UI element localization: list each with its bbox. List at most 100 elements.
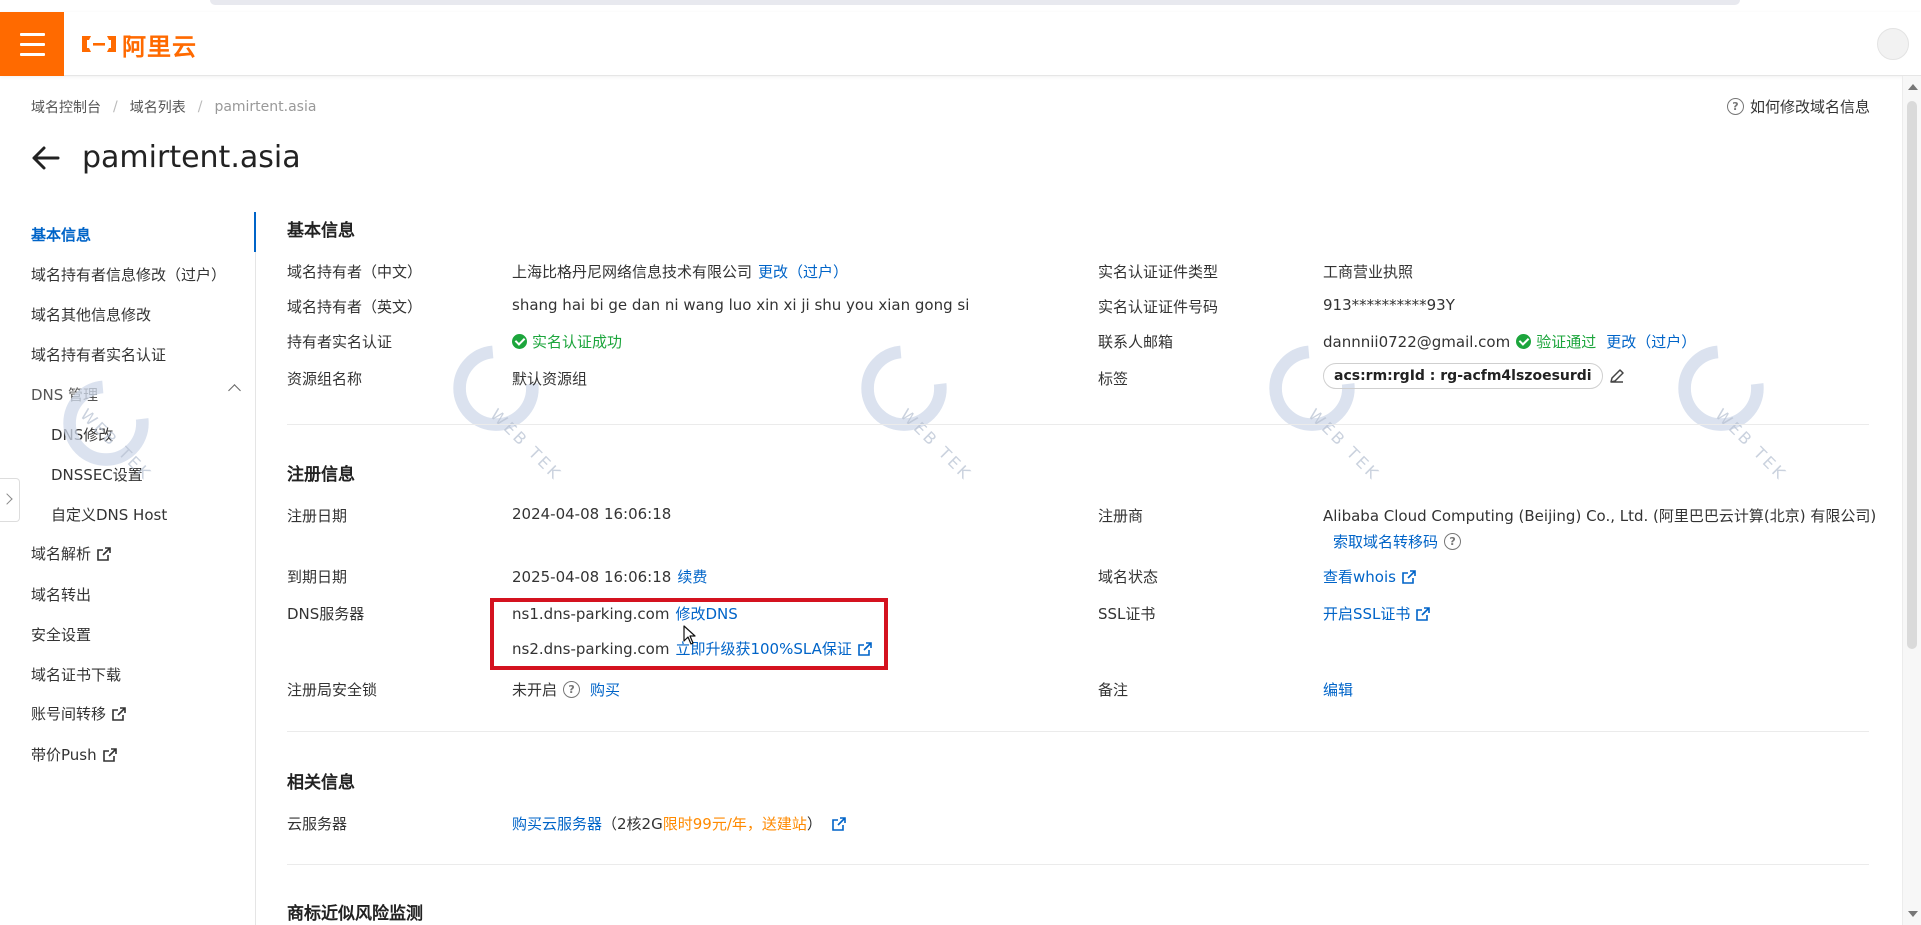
domain-status-label: 域名状态 — [1098, 568, 1159, 586]
email-value: dannnii0722@gmail.com — [1323, 332, 1511, 351]
nav-owner-change[interactable]: 域名持有者信息修改（过户） — [31, 264, 226, 285]
external-link-icon[interactable] — [1402, 569, 1416, 584]
nav-transfer-out[interactable]: 域名转出 — [31, 584, 91, 605]
owner-en-value: shang hai bi ge dan ni wang luo xin xi j… — [512, 296, 970, 314]
address-bar-edge — [210, 0, 1740, 5]
modify-dns-link[interactable]: 修改DNS — [675, 603, 737, 624]
nav-price-push[interactable]: 带价Push — [31, 744, 117, 765]
nav-label: 域名持有者实名认证 — [31, 346, 167, 364]
email-change-link[interactable]: 更改（过户） — [1606, 331, 1696, 352]
nav-label: 域名持有者信息修改（过户） — [31, 266, 227, 284]
whois-link[interactable]: 查看whois — [1323, 566, 1396, 587]
nav-label: 域名解析 — [31, 545, 92, 563]
question-icon[interactable]: ? — [1444, 533, 1462, 550]
help-edit-domain-link[interactable]: ? 如何修改域名信息 — [1726, 96, 1870, 117]
watermark-logo-icon — [1678, 345, 1764, 431]
transfer-code-link[interactable]: 索取域名转移码 — [1333, 531, 1438, 552]
sidebar-collapse-toggle[interactable] — [0, 478, 20, 522]
nav-other-info[interactable]: 域名其他信息修改 — [31, 304, 151, 325]
edit-note-link[interactable]: 编辑 — [1323, 679, 1353, 700]
external-link-icon[interactable] — [1416, 606, 1431, 621]
nav-label: 带价Push — [31, 746, 97, 764]
upgrade-sla-link[interactable]: 立即升级获100%SLA保证 — [675, 638, 851, 659]
nav-label: 域名转出 — [31, 586, 92, 604]
ns2-value: ns2.dns-parking.com — [512, 639, 670, 658]
edit-pencil-icon[interactable] — [1609, 368, 1625, 384]
mouse-cursor-icon — [683, 625, 696, 645]
scroll-down-arrow-icon[interactable] — [1908, 911, 1918, 917]
question-icon[interactable]: ? — [563, 681, 581, 698]
browser-address-strip — [0, 0, 1921, 12]
nav-dns-modify[interactable]: DNS修改 — [51, 424, 113, 445]
transfer-code-row: 索取域名转移码 ? — [1333, 531, 1462, 552]
nav-dns-resolve[interactable]: 域名解析 — [31, 543, 111, 564]
reg-date-label: 注册日期 — [287, 507, 348, 525]
console-topbar: 阿里云 — [0, 12, 1921, 76]
section-title-trademark: 商标近似风险监测 — [287, 904, 423, 924]
check-circle-icon — [1516, 334, 1532, 349]
aliyun-logo[interactable]: 阿里云 — [80, 28, 197, 61]
registrar-label: 注册商 — [1098, 507, 1144, 525]
nav-real-name-verify[interactable]: 域名持有者实名认证 — [31, 344, 166, 365]
scroll-up-arrow-icon[interactable] — [1908, 84, 1918, 90]
tag-pill[interactable]: acs:rm:rgId : rg-acfm4lszoesurdi — [1323, 363, 1603, 389]
page-scrollbar[interactable] — [1902, 76, 1921, 925]
expire-date-value: 2025-04-08 16:06:18 — [512, 567, 672, 586]
owner-cn-label: 域名持有者（中文） — [287, 263, 423, 281]
hamburger-icon[interactable] — [0, 12, 64, 76]
section-title-basic: 基本信息 — [287, 221, 355, 241]
nav-dnssec[interactable]: DNSSEC设置 — [51, 464, 143, 485]
breadcrumb-domain-list[interactable]: 域名列表 — [130, 97, 186, 117]
nav-custom-dns-host[interactable]: 自定义DNS Host — [51, 504, 167, 525]
server-detail-prefix: （2核2G — [602, 815, 663, 833]
tag-label: 标签 — [1098, 370, 1129, 388]
nav-account-transfer[interactable]: 账号间转移 — [31, 703, 126, 724]
email-status: 验证通过 — [1536, 333, 1597, 351]
scrollbar-thumb[interactable] — [1907, 101, 1917, 649]
email-row: dannnii0722@gmail.com 验证通过 更改（过户） — [1323, 331, 1696, 352]
enable-ssl-link[interactable]: 开启SSL证书 — [1323, 603, 1410, 624]
page-title: pamirtent.asia — [82, 140, 301, 175]
external-link-icon[interactable] — [858, 641, 872, 656]
buy-cloud-server-link[interactable]: 购买云服务器 — [512, 813, 602, 834]
nav-certificate-download[interactable]: 域名证书下载 — [31, 664, 121, 685]
renew-link[interactable]: 续费 — [677, 566, 707, 587]
nav-label: 域名其他信息修改 — [31, 306, 152, 324]
avatar[interactable] — [1877, 28, 1909, 60]
ssl-label: SSL证书 — [1098, 605, 1156, 623]
server-promo-text: 限时99元/年，送建站 — [662, 815, 807, 833]
cloud-server-row: 购买云服务器 （2核2G 限时99元/年，送建站 ） — [512, 813, 846, 834]
logo-text: 阿里云 — [122, 32, 197, 61]
nav-label: DNS修改 — [51, 426, 114, 444]
breadcrumb-separator: / — [113, 99, 118, 115]
nav-label: 基本信息 — [31, 226, 92, 244]
owner-cn-change-link[interactable]: 更改（过户） — [758, 261, 848, 282]
resource-group-value: 默认资源组 — [512, 370, 588, 388]
section-title-registration: 注册信息 — [287, 465, 355, 485]
external-link-icon — [112, 706, 126, 721]
registry-lock-row: 未开启 ? 购买 — [512, 679, 620, 700]
external-link-icon[interactable] — [832, 816, 846, 831]
section-title-related: 相关信息 — [287, 773, 355, 793]
whois-row: 查看whois — [1323, 566, 1416, 587]
registry-lock-status: 未开启 — [512, 681, 558, 699]
nav-dns-management[interactable]: DNS 管理 — [31, 384, 98, 405]
cert-type-value: 工商营业执照 — [1323, 263, 1414, 281]
watermark-logo-icon — [1269, 345, 1355, 431]
nav-security-settings[interactable]: 安全设置 — [31, 624, 91, 645]
page-title-row: pamirtent.asia — [30, 140, 301, 175]
external-link-icon — [97, 546, 111, 561]
ns1-row: ns1.dns-parking.com 修改DNS — [512, 603, 738, 624]
question-icon: ? — [1726, 98, 1744, 115]
back-arrow-icon[interactable] — [30, 143, 60, 173]
ns1-value: ns1.dns-parking.com — [512, 604, 670, 623]
buy-lock-link[interactable]: 购买 — [590, 679, 620, 700]
breadcrumb-domain-console[interactable]: 域名控制台 — [31, 97, 101, 117]
verify-label: 持有者实名认证 — [287, 333, 393, 351]
nav-basic-info[interactable]: 基本信息 — [31, 224, 91, 245]
nav-label: 安全设置 — [31, 626, 92, 644]
help-label: 如何修改域名信息 — [1749, 98, 1870, 116]
section-divider — [287, 864, 1869, 865]
watermark-text: WEB TEK — [1711, 405, 1792, 485]
watermark-logo-icon — [861, 345, 947, 431]
